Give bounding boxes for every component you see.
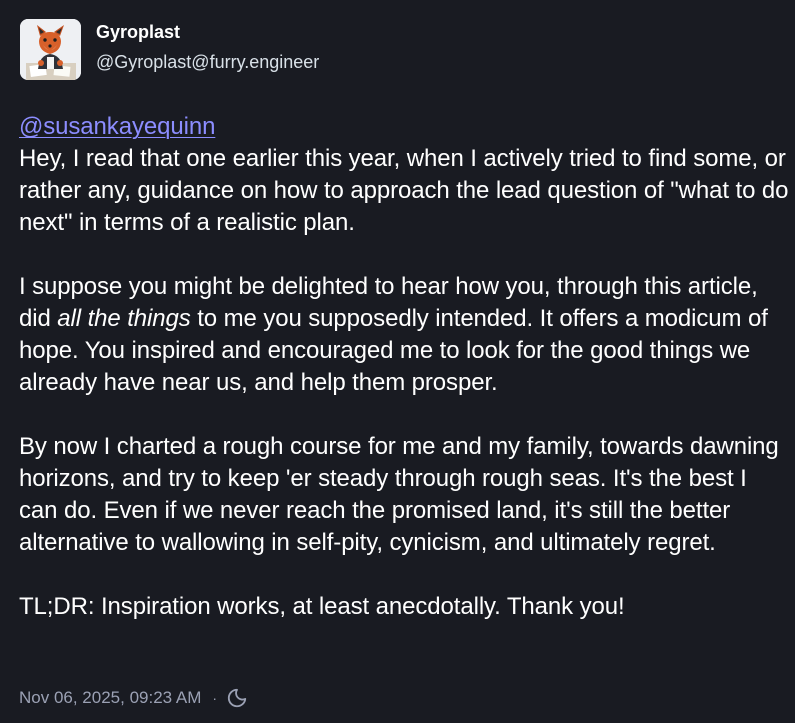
author-names: Gyroplast @Gyroplast@furry.engineer: [96, 22, 319, 73]
mention-link[interactable]: @susankayequinn: [19, 113, 215, 140]
avatar[interactable]: [20, 19, 81, 80]
paragraph-2-emphasis: all the things: [57, 305, 191, 332]
footer-separator: ·: [212, 690, 218, 706]
post-content: @susankayequinn Hey, I read that one earl…: [19, 111, 789, 623]
paragraph-2: I suppose you might be delighted to hear…: [19, 271, 789, 399]
author-display-name[interactable]: Gyroplast: [96, 21, 319, 43]
post-detail: Gyroplast @Gyroplast@furry.engineer @sus…: [0, 0, 795, 723]
post-footer: Nov 06, 2025, 09:23 AM ·: [19, 687, 248, 709]
moon-icon: [226, 687, 248, 709]
paragraph-4: TL;DR: Inspiration works, at least anecd…: [19, 593, 625, 620]
fox-character-avatar-icon: [20, 19, 81, 80]
paragraph-1: @susankayequinn Hey, I read that one earl…: [19, 111, 789, 239]
author-handle[interactable]: @Gyroplast@furry.engineer: [96, 51, 319, 73]
post-timestamp[interactable]: Nov 06, 2025, 09:23 AM: [19, 688, 201, 708]
post-header: Gyroplast @Gyroplast@furry.engineer: [20, 19, 319, 80]
paragraph-1-text: Hey, I read that one earlier this year, …: [19, 145, 789, 236]
paragraph-3: By now I charted a rough course for me a…: [19, 433, 779, 556]
